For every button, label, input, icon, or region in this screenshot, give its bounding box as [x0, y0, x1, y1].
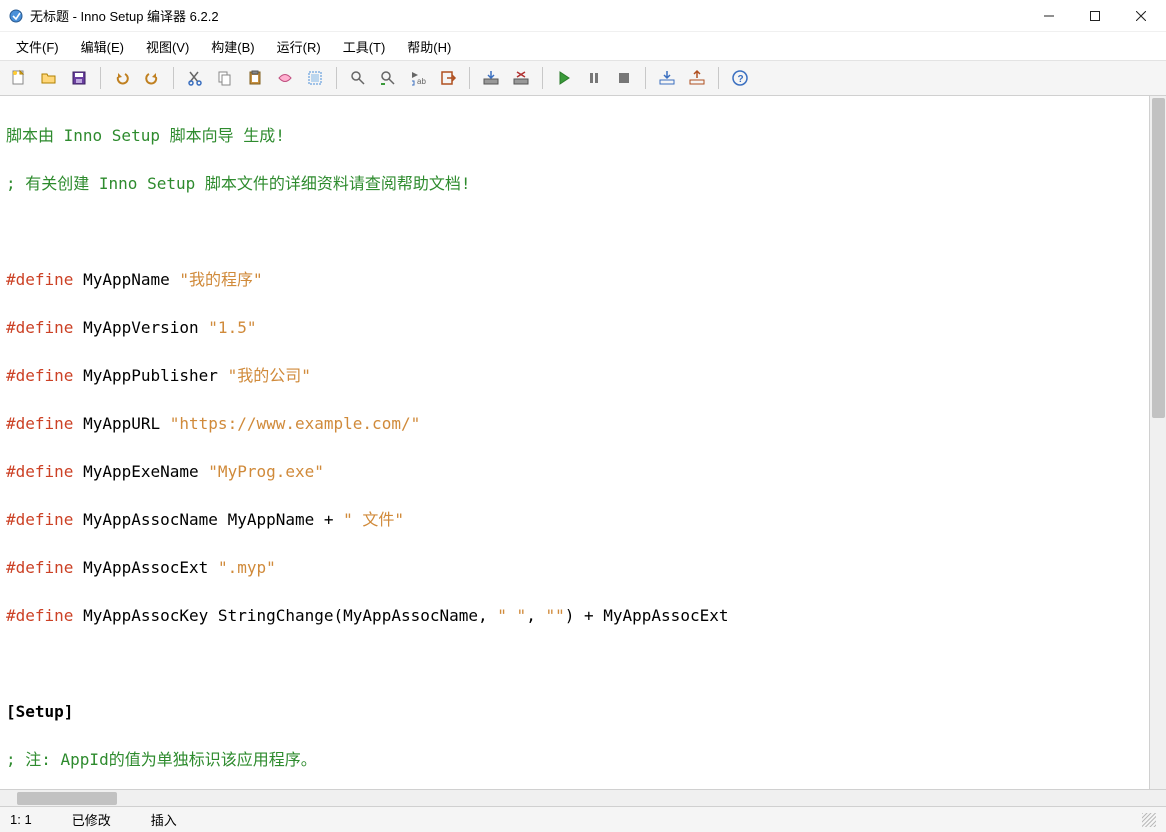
svg-text:?: ? [738, 74, 744, 85]
minimize-button[interactable] [1026, 1, 1072, 31]
copy-button[interactable] [212, 65, 238, 91]
resize-grip[interactable] [1142, 813, 1156, 827]
help-button[interactable]: ? [727, 65, 753, 91]
undo-button[interactable] [109, 65, 135, 91]
menubar: 文件(F) 编辑(E) 视图(V) 构建(B) 运行(R) 工具(T) 帮助(H… [0, 32, 1166, 60]
titlebar: 无标题 - Inno Setup 编译器 6.2.2 [0, 0, 1166, 32]
menu-edit[interactable]: 编辑(E) [71, 33, 134, 60]
separator [173, 67, 174, 89]
separator [542, 67, 543, 89]
menu-help[interactable]: 帮助(H) [397, 33, 461, 60]
menu-view[interactable]: 视图(V) [136, 33, 199, 60]
window-title: 无标题 - Inno Setup 编译器 6.2.2 [30, 6, 1026, 25]
cut-button[interactable] [182, 65, 208, 91]
window-controls [1026, 1, 1164, 31]
step-into-button[interactable] [654, 65, 680, 91]
app-icon [8, 8, 24, 24]
run-button[interactable] [551, 65, 577, 91]
new-button[interactable] [6, 65, 32, 91]
select-all-button[interactable] [302, 65, 328, 91]
open-button[interactable] [36, 65, 62, 91]
menu-build[interactable]: 构建(B) [201, 33, 264, 60]
exit-button[interactable] [435, 65, 461, 91]
separator [469, 67, 470, 89]
separator [645, 67, 646, 89]
scroll-thumb[interactable] [1152, 98, 1165, 418]
horizontal-scrollbar[interactable] [0, 789, 1166, 806]
compile-button[interactable] [478, 65, 504, 91]
delete-button[interactable] [272, 65, 298, 91]
maximize-button[interactable] [1072, 1, 1118, 31]
editor-area: 脚本由 Inno Setup 脚本向导 生成! ; 有关创建 Inno Setu… [0, 96, 1166, 806]
toolbar: ab ? [0, 60, 1166, 96]
stop-compile-button[interactable] [508, 65, 534, 91]
find-button[interactable] [345, 65, 371, 91]
svg-text:ab: ab [417, 77, 426, 86]
menu-run[interactable]: 运行(R) [267, 33, 331, 60]
menu-file[interactable]: 文件(F) [6, 33, 69, 60]
pause-button[interactable] [581, 65, 607, 91]
scroll-thumb[interactable] [17, 792, 117, 805]
statusbar: 1: 1 已修改 插入 [0, 806, 1166, 832]
separator [336, 67, 337, 89]
code-editor[interactable]: 脚本由 Inno Setup 脚本向导 生成! ; 有关创建 Inno Setu… [0, 96, 1166, 789]
goto-button[interactable]: ab [405, 65, 431, 91]
redo-button[interactable] [139, 65, 165, 91]
vertical-scrollbar[interactable] [1149, 96, 1166, 789]
separator [100, 67, 101, 89]
close-button[interactable] [1118, 1, 1164, 31]
cursor-position: 1: 1 [10, 812, 32, 827]
menu-tools[interactable]: 工具(T) [333, 33, 396, 60]
insert-mode: 插入 [151, 810, 177, 829]
separator [718, 67, 719, 89]
step-over-button[interactable] [684, 65, 710, 91]
replace-button[interactable] [375, 65, 401, 91]
save-button[interactable] [66, 65, 92, 91]
stop-button[interactable] [611, 65, 637, 91]
paste-button[interactable] [242, 65, 268, 91]
modified-status: 已修改 [72, 810, 111, 829]
